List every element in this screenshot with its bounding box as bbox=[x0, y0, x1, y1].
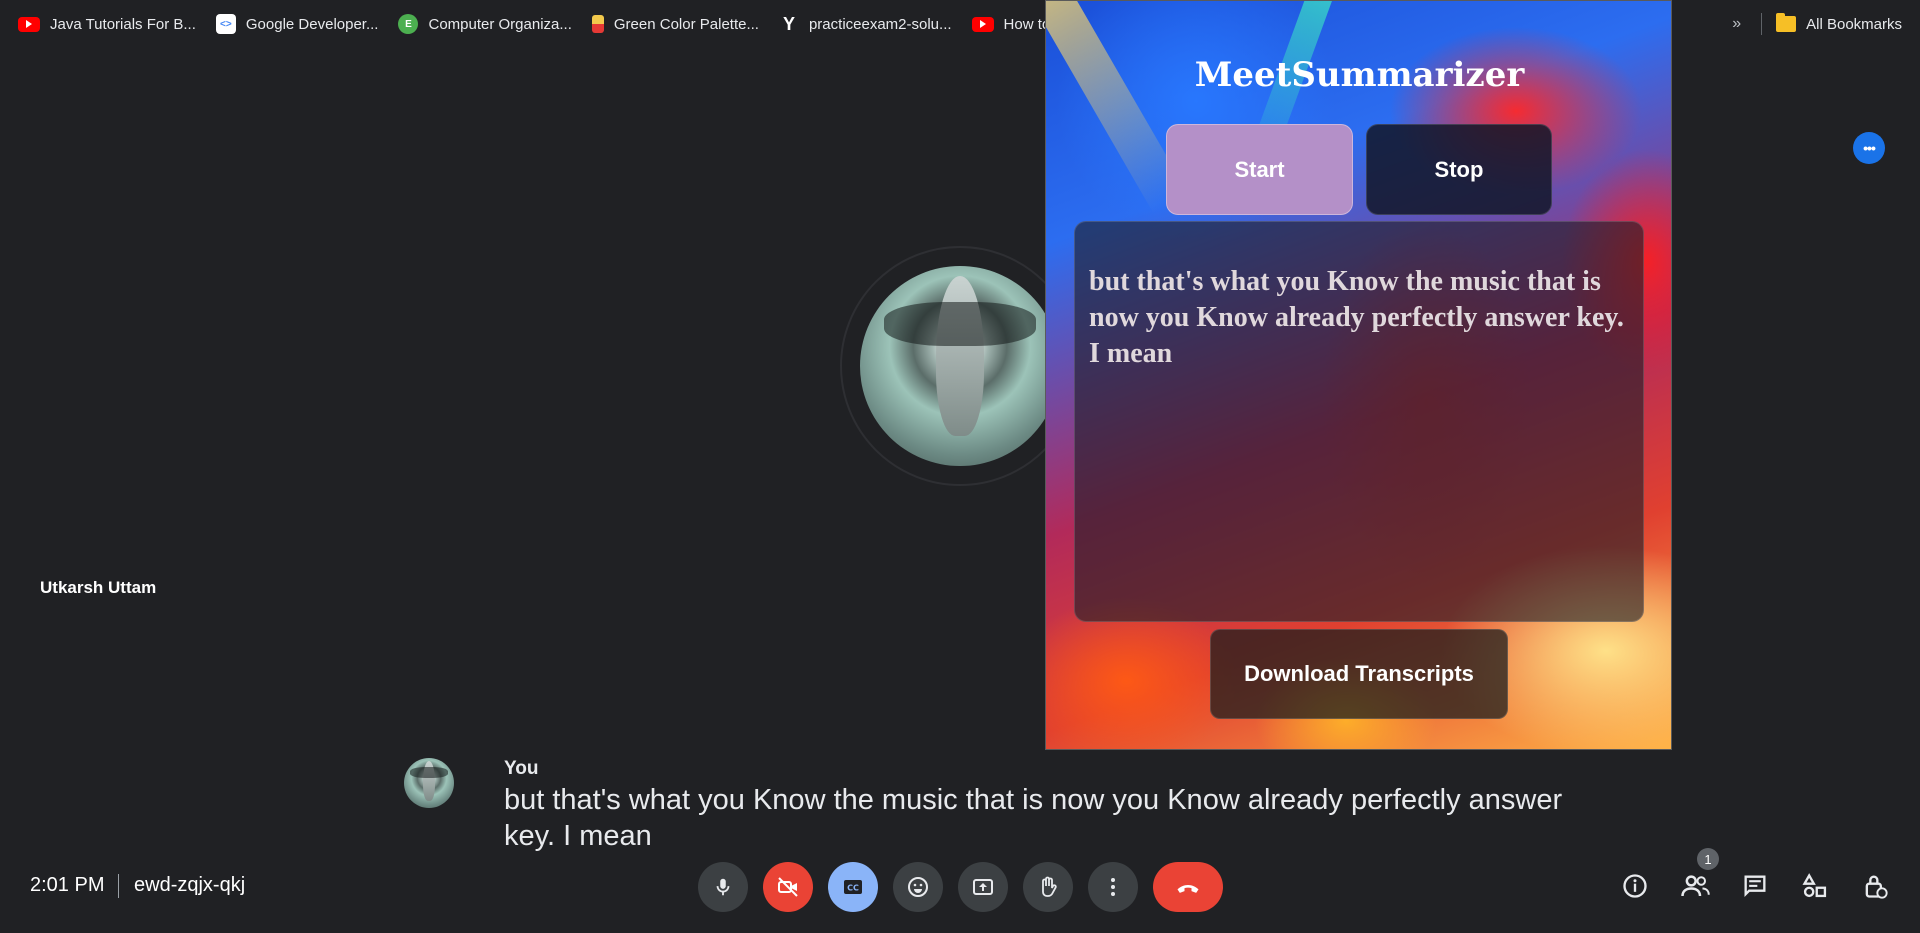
emoji-icon bbox=[908, 877, 928, 897]
captions-button[interactable]: CC bbox=[828, 862, 878, 912]
download-transcripts-button[interactable]: Download Transcripts bbox=[1210, 629, 1508, 719]
svg-text:CC: CC bbox=[847, 884, 859, 893]
captions-icon: CC bbox=[844, 880, 862, 894]
bookmark-computer-organization[interactable]: E Computer Organiza... bbox=[398, 0, 572, 48]
transcript-box[interactable]: but that's what you Know the music that … bbox=[1074, 221, 1644, 622]
bookmark-label: Green Color Palette... bbox=[613, 15, 759, 33]
avatar bbox=[860, 266, 1060, 466]
host-controls-button[interactable] bbox=[1855, 866, 1895, 906]
activities-button[interactable] bbox=[1795, 866, 1835, 906]
bookmark-label: Google Developer... bbox=[245, 15, 379, 33]
bookmark-label: practiceexam2-solu... bbox=[808, 15, 952, 33]
divider bbox=[118, 874, 119, 898]
meeting-time: 2:01 PM bbox=[30, 874, 105, 896]
youtube-icon bbox=[971, 16, 994, 32]
meeting-controls-bar: 2:01 PM ewd-zqjx-qkj CC 1 bbox=[0, 838, 1920, 933]
activities-icon bbox=[1802, 873, 1827, 898]
all-bookmarks-button[interactable]: All Bookmarks bbox=[1806, 16, 1902, 33]
bookmark-label: Computer Organiza... bbox=[428, 15, 572, 33]
people-button[interactable] bbox=[1675, 866, 1715, 906]
meeting-details-button[interactable] bbox=[1615, 866, 1655, 906]
hand-icon bbox=[1042, 876, 1057, 897]
google-developers-icon: <> bbox=[215, 14, 236, 34]
more-vert-icon bbox=[1111, 878, 1115, 896]
y-icon: Y bbox=[782, 13, 795, 34]
bookmark-practiceexam[interactable]: Y practiceexam2-solu... bbox=[779, 0, 952, 48]
transcript-text: but that's what you Know the music that … bbox=[1089, 266, 1624, 369]
folder-icon bbox=[1776, 13, 1797, 32]
popup-title: MeetSummarizer bbox=[1194, 55, 1525, 95]
people-count-badge: 1 bbox=[1697, 848, 1719, 870]
info-icon bbox=[1623, 874, 1647, 898]
more-options-icon[interactable]: ••• bbox=[1853, 132, 1885, 164]
divider bbox=[1761, 13, 1763, 35]
lock-icon bbox=[1865, 875, 1888, 899]
camera-off-button[interactable] bbox=[763, 862, 813, 912]
participant-name: Utkarsh Uttam bbox=[40, 578, 157, 597]
bookmark-label: Java Tutorials For B... bbox=[50, 15, 196, 33]
chat-button[interactable] bbox=[1735, 866, 1775, 906]
bookmarks-right: » All Bookmarks bbox=[1732, 0, 1902, 48]
bookmarks-overflow-button[interactable]: » bbox=[1732, 15, 1741, 33]
start-button[interactable]: Start bbox=[1166, 124, 1353, 215]
participant-tile bbox=[840, 246, 1080, 486]
bookmark-java-tutorials[interactable]: Java Tutorials For B... bbox=[18, 0, 196, 48]
palette-icon bbox=[591, 15, 604, 33]
present-icon bbox=[973, 879, 993, 895]
bookmark-google-developer[interactable]: <> Google Developer... bbox=[215, 0, 379, 48]
bookmark-green-color-palette[interactable]: Green Color Palette... bbox=[591, 0, 759, 48]
caption-speaker: You bbox=[504, 758, 539, 779]
present-screen-button[interactable] bbox=[958, 862, 1008, 912]
meeting-code: ewd-zqjx-qkj bbox=[134, 874, 246, 896]
meetsummarizer-popup: MeetSummarizer Start Stop but that's wha… bbox=[1045, 0, 1672, 750]
caption-avatar bbox=[404, 758, 454, 808]
leave-call-button[interactable] bbox=[1153, 862, 1223, 912]
raise-hand-button[interactable] bbox=[1023, 862, 1073, 912]
end-call-icon bbox=[1177, 884, 1199, 893]
microphone-icon bbox=[716, 878, 730, 896]
more-options-button[interactable] bbox=[1088, 862, 1138, 912]
reactions-button[interactable] bbox=[893, 862, 943, 912]
stop-button[interactable]: Stop bbox=[1366, 124, 1552, 215]
people-icon bbox=[1681, 875, 1710, 897]
chat-icon bbox=[1744, 875, 1766, 897]
youtube-icon bbox=[18, 16, 40, 32]
site-icon: E bbox=[398, 14, 419, 34]
microphone-button[interactable] bbox=[698, 862, 748, 912]
camera-off-icon bbox=[778, 877, 798, 897]
